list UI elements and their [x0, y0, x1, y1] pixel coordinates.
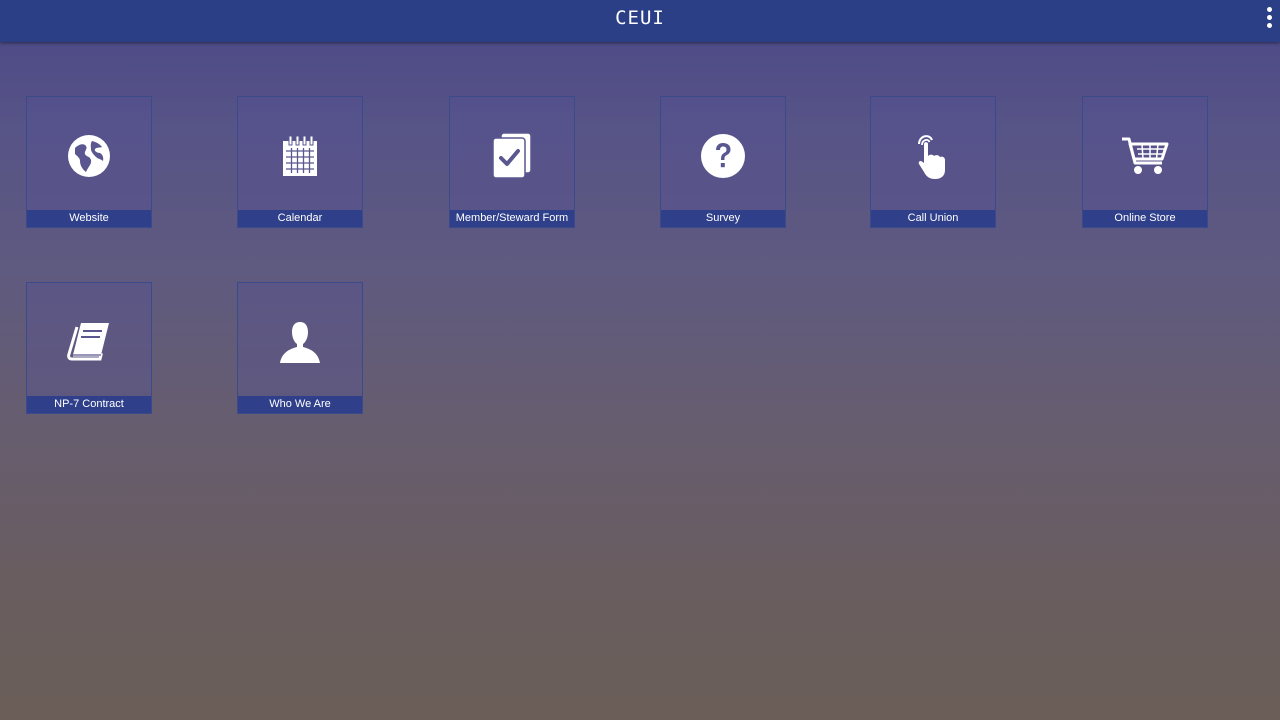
tile-label: Survey	[661, 210, 785, 227]
tile-website[interactable]: Website	[26, 96, 152, 228]
tile-who-we-are[interactable]: Who We Are	[237, 282, 363, 414]
tile-member-steward-form[interactable]: Member/Steward Form	[449, 96, 575, 228]
form-check-icon	[450, 131, 574, 181]
question-icon	[661, 131, 785, 181]
touch-hand-icon	[871, 131, 995, 181]
tile-online-store[interactable]: Online Store	[1082, 96, 1208, 228]
globe-icon	[27, 131, 151, 181]
tile-label: Online Store	[1083, 210, 1207, 227]
app-title: CEUI	[615, 7, 665, 29]
tile-label: Website	[27, 210, 151, 227]
tile-np7-contract[interactable]: NP-7 Contract	[26, 282, 152, 414]
person-icon	[238, 317, 362, 367]
calendar-icon	[238, 131, 362, 181]
tile-call-union[interactable]: Call Union	[870, 96, 996, 228]
overflow-menu-button[interactable]	[1264, 6, 1274, 32]
menu-dot	[1266, 7, 1272, 12]
tile-label: Calendar	[238, 210, 362, 227]
tile-label: Member/Steward Form	[450, 210, 574, 227]
tile-label: Call Union	[871, 210, 995, 227]
app-bar: CEUI	[0, 0, 1280, 42]
tile-calendar[interactable]: Calendar	[237, 96, 363, 228]
menu-dot	[1266, 15, 1272, 20]
tile-survey[interactable]: Survey	[660, 96, 786, 228]
menu-dot	[1266, 23, 1272, 28]
book-icon	[27, 317, 151, 367]
tile-label: NP-7 Contract	[27, 396, 151, 413]
shopping-cart-icon	[1083, 131, 1207, 181]
tile-label: Who We Are	[238, 396, 362, 413]
